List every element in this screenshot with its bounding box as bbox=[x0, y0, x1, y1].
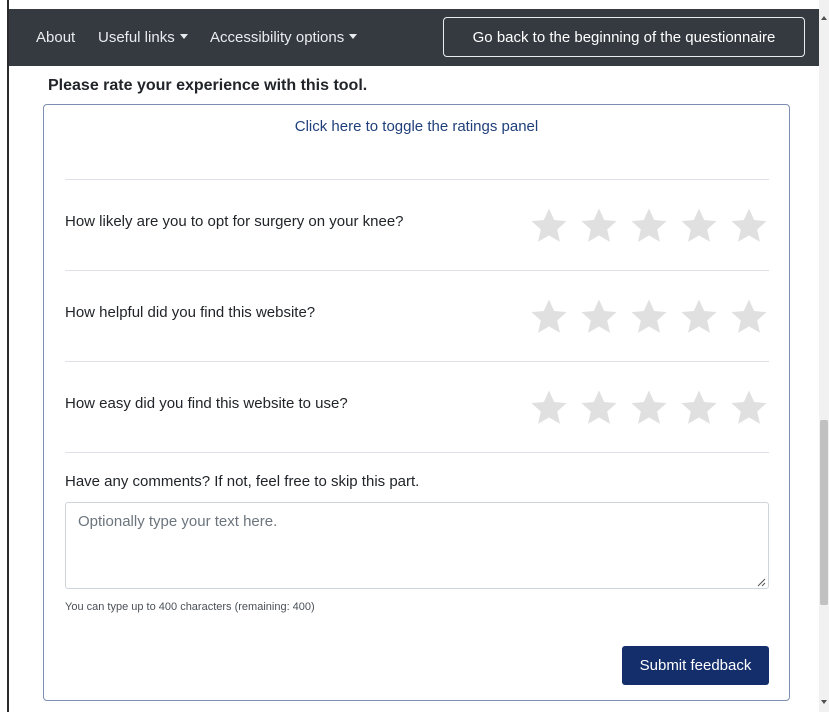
ratings-panel: Click here to toggle the ratings panel H… bbox=[43, 104, 790, 701]
nav-useful-links-label: Useful links bbox=[98, 29, 175, 46]
comments-textarea[interactable] bbox=[65, 502, 769, 589]
nav-useful-links-dropdown[interactable]: Useful links bbox=[98, 29, 188, 46]
star-icon[interactable] bbox=[674, 203, 724, 249]
top-navbar: About Useful links Accessibility options… bbox=[9, 9, 819, 66]
nav-accessibility-dropdown[interactable]: Accessibility options bbox=[210, 29, 358, 46]
page-scrollbar[interactable] bbox=[819, 0, 829, 712]
star-rating-website-helpful bbox=[524, 294, 774, 340]
caret-down-icon bbox=[349, 33, 358, 39]
star-icon[interactable] bbox=[624, 203, 674, 249]
star-rating-website-easy bbox=[524, 385, 774, 431]
star-icon[interactable] bbox=[574, 294, 624, 340]
character-limit-hint: You can type up to 400 characters (remai… bbox=[65, 601, 315, 613]
nav-about-link[interactable]: About bbox=[36, 29, 75, 46]
resize-grip-icon[interactable] bbox=[757, 578, 766, 587]
scrollbar-thumb[interactable] bbox=[820, 420, 828, 605]
question-website-easy: How easy did you find this website to us… bbox=[65, 395, 348, 412]
divider bbox=[65, 452, 769, 453]
star-icon[interactable] bbox=[574, 203, 624, 249]
star-icon[interactable] bbox=[624, 385, 674, 431]
toggle-ratings-panel-link[interactable]: Click here to toggle the ratings panel bbox=[44, 118, 789, 135]
nav-accessibility-label: Accessibility options bbox=[210, 29, 345, 46]
star-icon[interactable] bbox=[574, 385, 624, 431]
divider bbox=[65, 270, 769, 271]
question-website-helpful: How helpful did you find this website? bbox=[65, 304, 316, 321]
star-icon[interactable] bbox=[724, 294, 774, 340]
star-rating-surgery-likelihood bbox=[524, 203, 774, 249]
window-left-edge bbox=[0, 0, 9, 712]
star-icon[interactable] bbox=[624, 294, 674, 340]
star-icon[interactable] bbox=[724, 385, 774, 431]
submit-feedback-button[interactable]: Submit feedback bbox=[622, 646, 769, 685]
caret-down-icon bbox=[179, 33, 188, 39]
star-icon[interactable] bbox=[524, 385, 574, 431]
star-icon[interactable] bbox=[674, 294, 724, 340]
star-icon[interactable] bbox=[524, 203, 574, 249]
back-to-start-button[interactable]: Go back to the beginning of the question… bbox=[443, 17, 805, 57]
star-icon[interactable] bbox=[524, 294, 574, 340]
comments-label: Have any comments? If not, feel free to … bbox=[65, 473, 420, 490]
scroll-down-arrow-icon[interactable] bbox=[821, 700, 827, 704]
question-surgery-likelihood: How likely are you to opt for surgery on… bbox=[65, 213, 404, 230]
divider bbox=[65, 361, 769, 362]
star-icon[interactable] bbox=[674, 385, 724, 431]
star-icon[interactable] bbox=[724, 203, 774, 249]
divider bbox=[65, 179, 769, 180]
scroll-up-arrow-icon[interactable] bbox=[821, 16, 827, 20]
rating-section-title: Please rate your experience with this to… bbox=[48, 77, 368, 94]
